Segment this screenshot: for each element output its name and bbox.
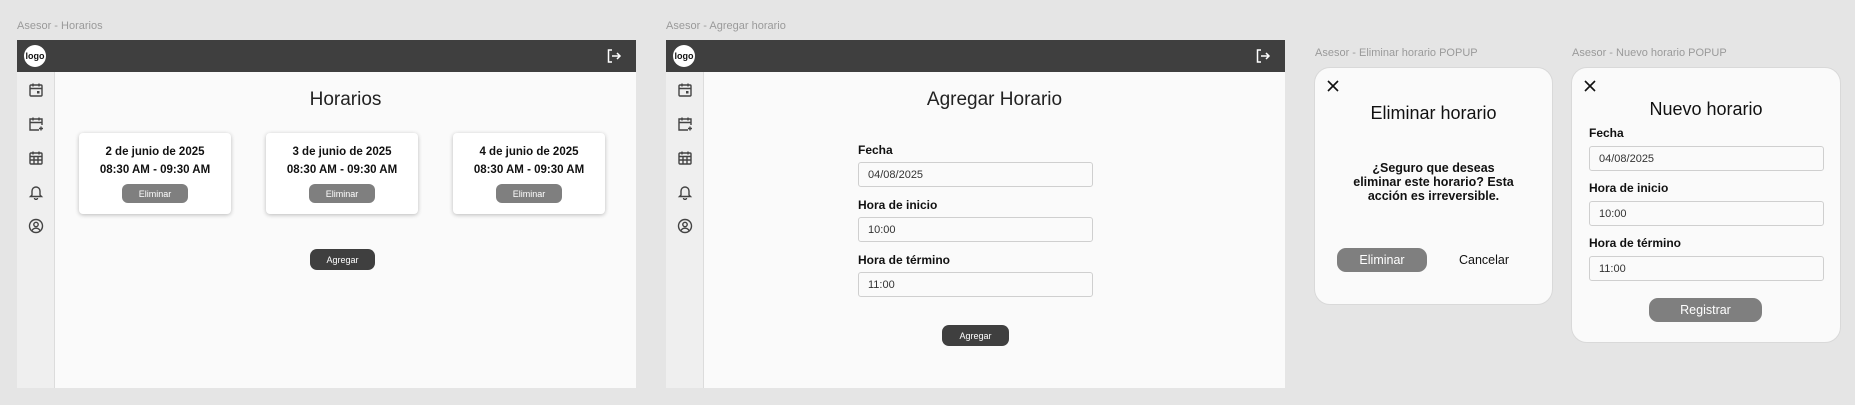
horarios-screen: logo Horarios 2 de junio de 2025 08:30 A…: [17, 40, 636, 388]
new-schedule-popup: Nuevo horario Fecha 04/08/2025 Hora de i…: [1571, 67, 1841, 343]
calendar-add-icon[interactable]: [677, 116, 693, 132]
calendar-grid-icon[interactable]: [677, 150, 693, 166]
close-icon[interactable]: [1583, 79, 1597, 93]
user-circle-icon[interactable]: [677, 218, 693, 234]
schedule-card: 2 de junio de 2025 08:30 AM - 09:30 AM E…: [79, 133, 231, 214]
popup-message-line: eliminar este horario? Esta: [1353, 175, 1514, 189]
frame-label-horarios: Asesor - Horarios: [17, 20, 103, 32]
add-button[interactable]: Agregar: [310, 249, 375, 270]
schedule-card: 3 de junio de 2025 08:30 AM - 09:30 AM E…: [266, 133, 418, 214]
card-date: 3 de junio de 2025: [292, 146, 392, 158]
date-field[interactable]: 04/08/2025: [858, 162, 1093, 187]
date-field[interactable]: 04/08/2025: [1589, 146, 1824, 171]
logo[interactable]: logo: [24, 45, 46, 67]
schedule-card: 4 de junio de 2025 08:30 AM - 09:30 AM E…: [453, 133, 605, 214]
top-bar: logo: [17, 40, 636, 72]
bell-icon[interactable]: [677, 184, 693, 200]
date-label: Fecha: [858, 143, 893, 157]
popup-message-line: ¿Seguro que deseas: [1372, 161, 1495, 175]
popup-title: Nuevo horario: [1649, 99, 1763, 119]
delete-button[interactable]: Eliminar: [122, 184, 188, 203]
calendar-icon[interactable]: [677, 82, 693, 98]
agregar-screen: logo Agregar Horario Fecha 04/08/2025 Ho…: [666, 40, 1285, 388]
close-icon[interactable]: [1326, 79, 1340, 93]
page-title: Agregar Horario: [926, 89, 1063, 110]
frame-label-agregar: Asesor - Agregar horario: [666, 20, 786, 32]
popup-message-line: acción es irreversible.: [1367, 189, 1500, 203]
page-title: Horarios: [309, 89, 382, 110]
card-time: 08:30 AM - 09:30 AM: [99, 164, 211, 176]
end-time-label: Hora de término: [858, 253, 951, 267]
top-bar: logo: [666, 40, 1285, 72]
user-circle-icon[interactable]: [28, 218, 44, 234]
logo[interactable]: logo: [673, 45, 695, 67]
logout-icon[interactable]: [606, 48, 622, 64]
start-time-field[interactable]: 10:00: [858, 217, 1093, 242]
logout-icon[interactable]: [1255, 48, 1271, 64]
frame-label-eliminar-popup: Asesor - Eliminar horario POPUP: [1315, 47, 1478, 59]
calendar-grid-icon[interactable]: [28, 150, 44, 166]
end-time-field[interactable]: 11:00: [858, 272, 1093, 297]
sidebar: [17, 72, 55, 388]
delete-button[interactable]: Eliminar: [309, 184, 375, 203]
delete-button[interactable]: Eliminar: [496, 184, 562, 203]
end-time-field[interactable]: 11:00: [1589, 256, 1824, 281]
cancel-button[interactable]: Cancelar: [1459, 253, 1509, 267]
end-time-label: Hora de término: [1589, 236, 1682, 250]
add-button[interactable]: Agregar: [942, 325, 1009, 346]
card-date: 4 de junio de 2025: [479, 146, 579, 158]
card-time: 08:30 AM - 09:30 AM: [286, 164, 398, 176]
calendar-icon[interactable]: [28, 82, 44, 98]
date-label: Fecha: [1589, 126, 1624, 140]
confirm-delete-button[interactable]: Eliminar: [1337, 248, 1427, 272]
start-time-label: Hora de inicio: [1589, 181, 1669, 195]
bell-icon[interactable]: [28, 184, 44, 200]
card-date: 2 de junio de 2025: [105, 146, 205, 158]
register-button[interactable]: Registrar: [1649, 298, 1762, 322]
popup-title: Eliminar horario: [1370, 103, 1497, 123]
delete-schedule-popup: Eliminar horario ¿Seguro que deseas elim…: [1314, 67, 1553, 305]
popup-message: ¿Seguro que deseas eliminar este horario…: [1315, 161, 1552, 203]
sidebar: [666, 72, 704, 388]
start-time-field[interactable]: 10:00: [1589, 201, 1824, 226]
calendar-add-icon[interactable]: [28, 116, 44, 132]
frame-label-nuevo-popup: Asesor - Nuevo horario POPUP: [1572, 47, 1727, 59]
start-time-label: Hora de inicio: [858, 198, 938, 212]
card-time: 08:30 AM - 09:30 AM: [473, 164, 585, 176]
